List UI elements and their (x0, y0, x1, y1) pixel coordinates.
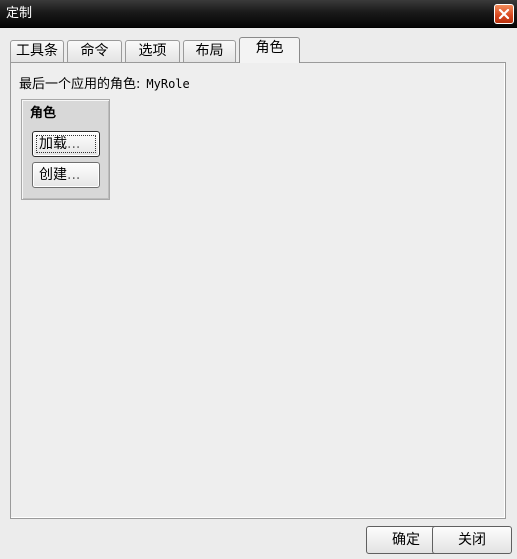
tab-layout[interactable]: 布局 (183, 40, 236, 62)
create-role-button[interactable]: 创建... (32, 162, 100, 188)
roles-panel: 最后一个应用的角色: MyRole 角色 加载... 创建... (10, 62, 506, 519)
load-button-label: 加载 (39, 136, 67, 152)
create-button-ellipsis: ... (67, 167, 81, 183)
tab-commands[interactable]: 命令 (67, 40, 122, 62)
tab-toolbars[interactable]: 工具条 (10, 40, 64, 62)
last-role-line: 最后一个应用的角色: MyRole (19, 76, 190, 93)
close-icon (498, 8, 510, 20)
last-role-value: MyRole (146, 77, 190, 91)
window-title: 定制 (6, 6, 33, 21)
create-button-label: 创建 (39, 167, 67, 183)
close-button[interactable] (494, 4, 514, 24)
title-bar: 定制 (0, 0, 517, 28)
close-dialog-button[interactable]: 关闭 (432, 526, 512, 554)
load-role-button[interactable]: 加载... (32, 131, 100, 157)
load-button-ellipsis: ... (67, 136, 81, 152)
tab-options[interactable]: 选项 (125, 40, 180, 62)
last-role-label: 最后一个应用的角色: (19, 77, 141, 92)
roles-group: 角色 加载... 创建... (21, 99, 110, 200)
tab-roles[interactable]: 角色 (239, 37, 300, 63)
roles-group-title: 角色 (30, 106, 57, 121)
